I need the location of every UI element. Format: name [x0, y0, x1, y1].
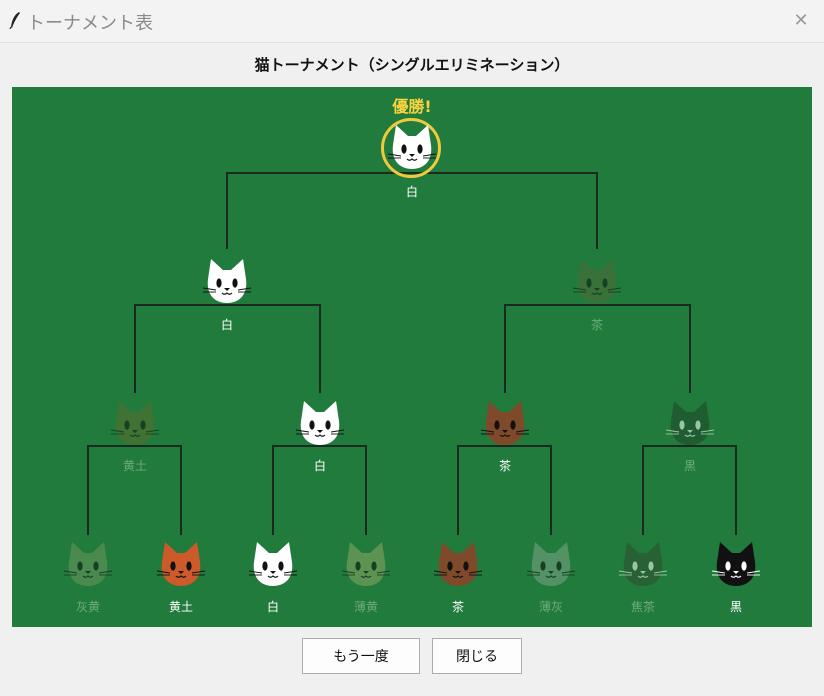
button-bar: もう一度 閉じる	[0, 638, 824, 676]
feather-icon	[9, 11, 21, 33]
cat-icon	[526, 540, 576, 588]
play-again-button[interactable]: もう一度	[302, 638, 420, 674]
cat-name: 白	[313, 459, 326, 473]
window-title: トーナメント表	[27, 13, 153, 34]
cat-icon	[480, 399, 530, 447]
page-title: 猫トーナメント（シングルエリミネーション）	[254, 56, 570, 74]
cat-icon-semifinal-loser	[572, 257, 622, 305]
close-button[interactable]: 閉じる	[432, 638, 522, 674]
cat-icon	[433, 540, 483, 588]
cat-icon	[110, 399, 160, 447]
cat-name: 白	[220, 318, 233, 332]
cat-icon	[711, 540, 761, 588]
cat-name: 黒	[729, 600, 742, 614]
cat-icon	[341, 540, 391, 588]
cat-icon	[248, 540, 298, 588]
cat-name: 灰黄	[75, 600, 100, 614]
cat-name: 焦茶	[630, 600, 655, 614]
cat-name: 薄灰	[538, 600, 563, 614]
cat-name-champion: 白	[405, 185, 418, 199]
cat-icon-semifinal-winner	[202, 257, 252, 305]
cat-name: 黄土	[122, 459, 147, 473]
champion-label: 優勝!	[392, 97, 432, 116]
cat-icon	[665, 399, 715, 447]
close-icon[interactable]: ✕	[778, 0, 824, 40]
cat-name: 薄黄	[353, 600, 378, 614]
cat-name: 茶	[498, 459, 511, 473]
cat-icon	[295, 399, 345, 447]
cat-name: 茶	[590, 318, 603, 332]
cat-name: 茶	[451, 600, 464, 614]
cat-icon	[156, 540, 206, 588]
cat-name: 黄土	[168, 600, 193, 614]
cat-name: 白	[266, 600, 279, 614]
title-bar: トーナメント表 ✕	[0, 0, 824, 43]
cat-name: 黒	[683, 459, 696, 473]
cat-icon	[63, 540, 113, 588]
cat-icon-champion	[387, 123, 437, 171]
cat-icon	[618, 540, 668, 588]
tournament-board: 優勝! 白 白 茶 黄土 白 茶 黒 灰黄 黄土 白 薄黄 茶 薄灰 焦茶 黒	[12, 87, 812, 627]
